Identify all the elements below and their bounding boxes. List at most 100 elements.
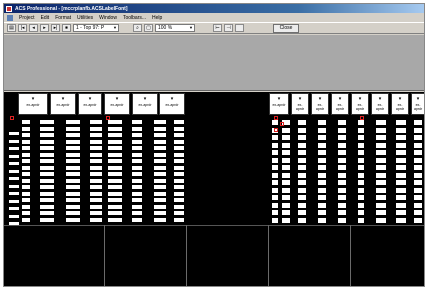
label-bar: [318, 135, 326, 140]
marker-icon: [360, 116, 364, 120]
arrow-icon: ▾: [31, 96, 35, 102]
arrow-icon: ▾: [88, 96, 92, 102]
arrow-icon: ▾: [61, 96, 65, 102]
prev-icon[interactable]: ◂: [29, 24, 38, 32]
last-icon[interactable]: ▸|: [51, 24, 60, 32]
label-bar: [66, 126, 80, 131]
label-bar: [414, 217, 422, 223]
fit-page-icon[interactable]: ⊣: [224, 24, 233, 32]
row-tick: [9, 214, 19, 218]
label-bar: [318, 120, 326, 125]
label-bar: [108, 126, 122, 131]
page-select-value: 1 - Top 97: P: [76, 25, 105, 31]
label-bar: [376, 172, 386, 178]
label-bar: [154, 185, 166, 189]
toolbar: ▤ |◂ ◂ ▸ ▸| ⏹ 1 - Top 97: P ▼ ⌕ ▢ 100 % …: [4, 22, 424, 34]
chevron-down-icon: ▼: [189, 25, 193, 30]
label-bar: [40, 139, 54, 144]
label-bar: [132, 217, 142, 222]
label-bar: [298, 187, 306, 193]
label-bar: [376, 165, 386, 170]
label-bar: [396, 202, 406, 208]
label-bar: [132, 178, 142, 183]
label-bar: [40, 159, 54, 163]
label-bar: [282, 142, 290, 148]
label-bar: [338, 180, 346, 185]
blank-icon[interactable]: [235, 24, 244, 32]
menu-utilities[interactable]: Utilities: [77, 15, 93, 21]
label-bar: [90, 120, 102, 124]
label-bar: [174, 139, 184, 144]
label-bar: [396, 180, 406, 185]
label-bar: [174, 185, 184, 189]
label-bar: [40, 178, 54, 183]
menu-bar: Project Edit Format Utilities Window Too…: [4, 13, 424, 22]
next-icon[interactable]: ▸: [40, 24, 49, 32]
label-bar: [376, 127, 386, 133]
menu-window[interactable]: Window: [99, 15, 117, 21]
header-label: ex-aprdr: [56, 103, 70, 107]
label-bar: [338, 217, 346, 223]
label-bar: [174, 178, 184, 183]
label-bar: [414, 120, 422, 125]
label-bar: [108, 152, 122, 157]
header-cell: ▾ ex-aprdr: [104, 93, 130, 115]
close-button[interactable]: Close: [273, 23, 299, 33]
label-bar: [272, 165, 278, 170]
label-bar: [132, 165, 142, 170]
menu-edit[interactable]: Edit: [41, 15, 50, 21]
zoom-icon[interactable]: ▢: [144, 24, 153, 32]
label-bar: [358, 195, 364, 200]
label-bar: [108, 178, 122, 183]
label-bar: [66, 152, 80, 157]
zoom-select[interactable]: 100 % ▼: [155, 24, 195, 32]
header-label: ex-aprdr: [395, 103, 405, 111]
label-bar: [318, 172, 326, 178]
label-bar: [174, 152, 184, 157]
first-icon[interactable]: |◂: [18, 24, 27, 32]
arrow-icon: ▾: [416, 96, 420, 102]
menu-format[interactable]: Format: [55, 15, 71, 21]
label-bar: [22, 139, 30, 144]
label-bar: [282, 195, 290, 200]
label-bar: [154, 165, 166, 170]
page-select[interactable]: 1 - Top 97: P ▼: [73, 24, 119, 32]
label-bar: [414, 202, 422, 208]
label-bar: [358, 127, 364, 133]
label-bar: [66, 198, 80, 202]
label-bar: [358, 172, 364, 178]
menu-project[interactable]: Project: [19, 15, 35, 21]
label-bar: [108, 146, 122, 150]
stop-icon[interactable]: ⏹: [62, 24, 71, 32]
menu-help[interactable]: Help: [152, 15, 162, 21]
row-tick: [9, 162, 19, 165]
print-icon[interactable]: ▤: [7, 24, 16, 32]
label-bar: [376, 202, 386, 208]
row-tick: [9, 147, 19, 150]
label-bar: [22, 211, 30, 215]
label-bar: [90, 159, 102, 163]
label-bar: [338, 142, 346, 148]
label-bar: [282, 210, 290, 215]
preview-margin: [4, 35, 424, 91]
arrow-icon: ▾: [115, 96, 119, 102]
label-bar: [414, 165, 422, 170]
label-bar: [414, 142, 422, 148]
label-bar: [318, 157, 326, 163]
column-divider: [186, 225, 187, 286]
system-menu-icon[interactable]: [7, 14, 13, 21]
find-icon[interactable]: ⌕: [133, 24, 142, 32]
label-bar: [66, 120, 80, 124]
menu-toolbars[interactable]: Toolbars...: [123, 15, 146, 21]
row-tick: [9, 177, 19, 180]
label-sheet-preview[interactable]: ▾ ex-aprdr ▾ ex-aprdr ▾ ex-aprdr ▾ ex-aprdr ▾ ex-…: [4, 92, 424, 286]
chevron-down-icon: ▼: [113, 25, 117, 30]
label-bar: [358, 165, 364, 170]
label-bar: [90, 133, 102, 137]
header-cell: ▾ ex-aprdr: [411, 93, 424, 115]
row-tick: [9, 199, 19, 203]
label-bar: [414, 127, 422, 133]
label-bar: [174, 165, 184, 170]
label-bar: [396, 195, 406, 200]
fit-width-icon[interactable]: ⊢: [213, 24, 222, 32]
